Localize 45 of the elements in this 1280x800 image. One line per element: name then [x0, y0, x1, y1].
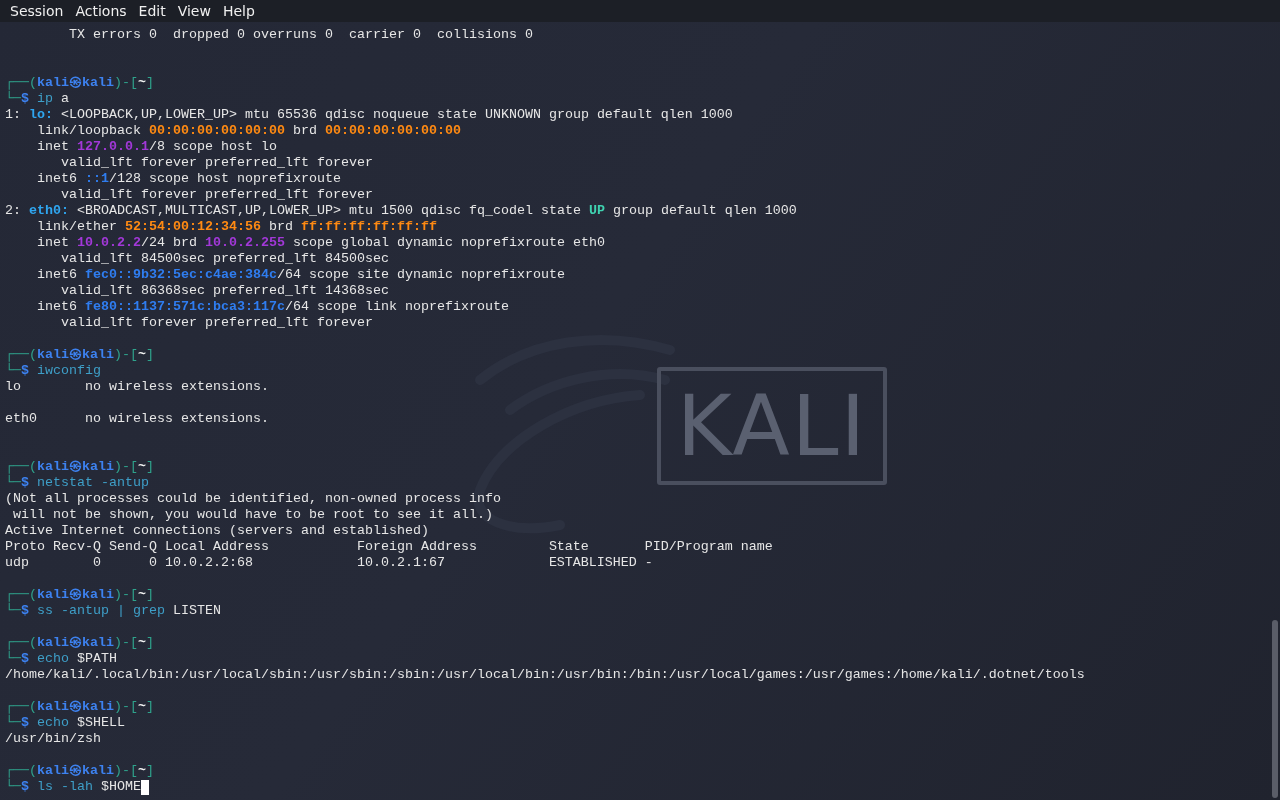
output-line: eth0 no wireless extensions.: [5, 411, 269, 427]
prompt-line: ┌──(kali㉿kali)-[~]: [5, 459, 154, 475]
output-line: inet 10.0.2.2/24 brd 10.0.2.255 scope global dynamic noprefixroute eth0: [36, 235, 605, 251]
output-line: udp 0 0 10.0.2.2:68 10.0.2.1:67 ESTABLISHED -: [5, 555, 653, 571]
output-line: valid_lft forever preferred_lft forever: [60, 155, 373, 171]
output-line: lo no wireless extensions.: [5, 379, 269, 395]
menu-item[interactable]: Session: [4, 1, 70, 21]
output-line: TX errors 0 dropped 0 overruns 0 carrier 0 collisions 0: [68, 27, 533, 43]
output-line: valid_lft forever preferred_lft forever: [60, 187, 373, 203]
output-line: Active Internet connections (servers and established): [5, 523, 429, 539]
output-line: /home/kali/.local/bin:/usr/local/sbin:/usr/sbin:/sbin:/usr/local/bin:/usr/bin:/bin:/usr/local/games:/usr/games:/home/kali/.dotnet/tools: [5, 667, 1085, 683]
wallpaper-logo-text: KALI: [676, 377, 868, 475]
output-line: (Not all processes could be identified, non-owned process info: [5, 491, 501, 507]
command-line: └─$ ls -lah $HOME: [5, 779, 141, 795]
prompt-line: ┌──(kali㉿kali)-[~]: [5, 75, 154, 91]
output-line: inet6 fec0::9b32:5ec:c4ae:384c/64 scope site dynamic noprefixroute: [36, 267, 565, 283]
output-line: will not be shown, you would have to be root to see it all.): [12, 507, 493, 523]
menu-item[interactable]: Actions: [69, 1, 133, 21]
command-line: └─$ ip a: [5, 91, 69, 107]
output-line: Proto Recv-Q Send-Q Local Address Foreign Address State PID/Program name: [5, 539, 773, 555]
prompt-line: ┌──(kali㉿kali)-[~]: [5, 587, 154, 603]
output-line: 2: eth0: <BROADCAST,MULTICAST,UP,LOWER_UP> mtu 1500 qdisc fq_codel state UP group default qlen 1000: [5, 203, 797, 219]
output-line: valid_lft 84500sec preferred_lft 84500sec: [60, 251, 389, 267]
command-line: └─$ iwconfig: [5, 363, 101, 379]
output-line: inet6 ::1/128 scope host noprefixroute: [36, 171, 341, 187]
menu-item[interactable]: Help: [216, 1, 261, 21]
output-line: 1: lo: <LOOPBACK,UP,LOWER_UP> mtu 65536 qdisc noqueue state UNKNOWN group default qlen 1000: [5, 107, 733, 123]
output-line: link/loopback 00:00:00:00:00:00 brd 00:00:00:00:00:00: [36, 123, 461, 139]
command-line: └─$ netstat -antup: [5, 475, 149, 491]
output-line: link/ether 52:54:00:12:34:56 brd ff:ff:ff:ff:ff:ff: [36, 219, 437, 235]
output-line: inet6 fe80::1137:571c:bca3:117c/64 scope link noprefixroute: [36, 299, 509, 315]
scrollbar-thumb[interactable]: [1272, 620, 1278, 798]
output-line: inet 127.0.0.1/8 scope host lo: [36, 139, 277, 155]
command-line: └─$ echo $PATH: [5, 651, 117, 667]
output-line: /usr/bin/zsh: [5, 731, 101, 747]
command-line: └─$ ss -antup | grep LISTEN: [5, 603, 221, 619]
menu-item[interactable]: View: [171, 1, 217, 21]
prompt-line: ┌──(kali㉿kali)-[~]: [5, 635, 154, 651]
prompt-line: ┌──(kali㉿kali)-[~]: [5, 699, 154, 715]
prompt-line: ┌──(kali㉿kali)-[~]: [5, 763, 154, 779]
command-line: └─$ echo $SHELL: [5, 715, 125, 731]
prompt-line: ┌──(kali㉿kali)-[~]: [5, 347, 154, 363]
output-line: valid_lft 86368sec preferred_lft 14368sec: [60, 283, 389, 299]
menu-item[interactable]: Edit: [132, 1, 172, 21]
output-line: valid_lft forever preferred_lft forever: [60, 315, 373, 331]
